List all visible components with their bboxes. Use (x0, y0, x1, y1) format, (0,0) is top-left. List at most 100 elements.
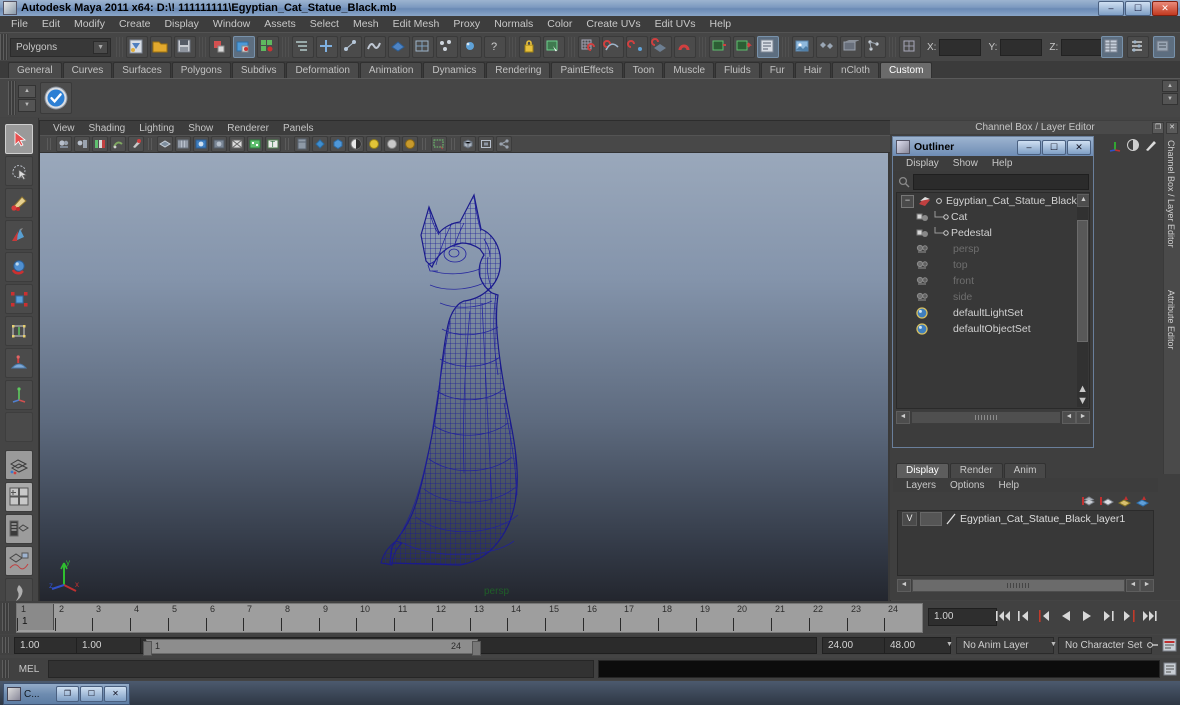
layer-hscroll-left-icon[interactable]: ◄ (897, 578, 911, 592)
menu-mesh[interactable]: Mesh (346, 17, 386, 31)
four-view-layout[interactable] (5, 482, 33, 512)
outliner-item-cat[interactable]: Cat (897, 209, 1089, 225)
outliner-minimize-button[interactable]: – (1017, 140, 1041, 155)
anim-layer-dropdown[interactable]: No Anim Layer (956, 637, 1054, 654)
shelf-tab-rendering[interactable]: Rendering (486, 62, 551, 78)
xray-mode-icon[interactable] (294, 136, 310, 152)
layer-tab-anim[interactable]: Anim (1003, 463, 1047, 478)
command-line-input[interactable] (48, 660, 594, 678)
taskbar-restore-button[interactable]: ❐ (56, 686, 79, 702)
check-mark-shelf-button[interactable] (40, 82, 72, 114)
camera-attributes-icon[interactable] (74, 136, 90, 152)
two-d-pan-zoom-icon[interactable] (110, 136, 126, 152)
shelf-right-up-icon[interactable]: ▲ (1162, 80, 1178, 92)
go-to-start-button[interactable] (995, 606, 1011, 626)
viewport-menu-show[interactable]: Show (181, 123, 220, 134)
step-forward-frame-button[interactable] (1100, 606, 1116, 626)
minimize-button[interactable]: – (1098, 1, 1124, 16)
shelf-tab-fur[interactable]: Fur (760, 62, 794, 78)
layer-horizontal-scrollbar[interactable]: ◄ ◄ ► (897, 578, 1154, 592)
menu-modify[interactable]: Modify (67, 17, 112, 31)
outliner-menu-show[interactable]: Show (946, 158, 985, 169)
new-layer-from-selected-icon[interactable] (1099, 494, 1114, 508)
taskbar-close-button[interactable]: ✕ (104, 686, 127, 702)
new-layer-icon[interactable] (1081, 494, 1096, 508)
layer-menu-help[interactable]: Help (991, 480, 1026, 491)
anim-start-time-field[interactable]: 1.00 (14, 637, 81, 654)
layer-color-swatch-icon[interactable] (945, 513, 957, 525)
lasso-select-tool[interactable] (5, 156, 33, 186)
select-object-mask-button[interactable] (316, 36, 338, 58)
highlight-selection-button[interactable] (543, 36, 565, 58)
outliner-scroll-up-small-icon[interactable]: ▲ (1077, 383, 1088, 395)
play-backwards-button[interactable] (1058, 606, 1074, 626)
channel-box-undock-button[interactable]: ❐ (1152, 122, 1164, 134)
shelf-tab-fluids[interactable]: Fluids (715, 62, 760, 78)
shelf-scroll-up-icon[interactable]: ▲ (18, 84, 36, 98)
channel-box-close-button[interactable]: ✕ (1166, 122, 1178, 134)
menu-edit[interactable]: Edit (35, 17, 67, 31)
menu-color[interactable]: Color (540, 17, 579, 31)
layer-menu-layers[interactable]: Layers (899, 480, 943, 491)
viewport-menu-panels[interactable]: Panels (276, 123, 321, 134)
outliner-horizontal-scrollbar[interactable]: ◄ ◄ ► (896, 410, 1090, 424)
layer-menu-options[interactable]: Options (943, 480, 991, 491)
range-bar[interactable]: 1 24 (140, 637, 817, 656)
menu-normals[interactable]: Normals (487, 17, 540, 31)
shelf-grip[interactable] (8, 81, 16, 115)
snap-to-grid-button[interactable] (578, 36, 600, 58)
select-poly-mask-button[interactable] (388, 36, 410, 58)
select-misc-mask-button[interactable]: ? (484, 36, 506, 58)
character-set-dropdown[interactable]: No Character Set (1058, 637, 1152, 654)
expand-collapse-icon[interactable]: − (901, 194, 914, 208)
hardware-lighting-icon[interactable]: T (265, 136, 281, 152)
outliner-persp-layout[interactable] (5, 514, 33, 544)
outliner-hscroll-track[interactable] (911, 410, 1061, 424)
range-right-handle[interactable] (472, 641, 481, 656)
image-plane-icon[interactable] (92, 136, 108, 152)
go-to-end-button[interactable] (1142, 606, 1158, 626)
wireframe-shading-icon[interactable] (157, 136, 173, 152)
range-left-handle[interactable] (143, 641, 152, 656)
sidebar-toggle-button[interactable] (899, 36, 921, 58)
shade-options-icon[interactable] (211, 136, 227, 152)
menu-help[interactable]: Help (703, 17, 739, 31)
step-back-keyframe-button[interactable] (1016, 606, 1032, 626)
layer-visibility-toggle[interactable]: V (902, 512, 917, 526)
layer-hscroll-track[interactable] (912, 578, 1125, 592)
coord-z-field[interactable] (1061, 38, 1104, 56)
layer-type-toggle[interactable] (920, 512, 942, 526)
coord-y-field[interactable] (1000, 38, 1043, 56)
select-surface-mask-button[interactable] (364, 36, 386, 58)
range-slider-grip[interactable] (2, 637, 10, 653)
window-titlebar[interactable]: Autodesk Maya 2011 x64: D:\! 111111111\E… (0, 0, 1180, 16)
lock-selection-button[interactable] (519, 36, 541, 58)
outliner-maximize-button[interactable]: ☐ (1042, 140, 1066, 155)
shelf-tab-curves[interactable]: Curves (62, 62, 113, 78)
soft-modification-tool[interactable] (5, 348, 33, 378)
outliner-close-button[interactable]: ✕ (1067, 140, 1091, 155)
snap-to-live-button[interactable] (674, 36, 696, 58)
outliner-item-defaultlightset[interactable]: defaultLightSet (897, 305, 1089, 321)
snap-to-view-plane-button[interactable] (650, 36, 672, 58)
taskbar-maximize-button[interactable]: ☐ (80, 686, 103, 702)
show-tool-settings-button[interactable] (1153, 36, 1175, 58)
statusline-grip[interactable] (0, 34, 8, 60)
viewport-menu-view[interactable]: View (46, 123, 82, 134)
tab-attribute-editor[interactable]: Attribute Editor (1164, 284, 1178, 356)
half-circle-icon[interactable] (1126, 138, 1140, 152)
outliner-menu-help[interactable]: Help (985, 158, 1020, 169)
outliner-item-side[interactable]: side (897, 289, 1089, 305)
open-render-view-button[interactable] (792, 36, 814, 58)
layer-row[interactable]: V Egyptian_Cat_Statue_Black_layer1 (898, 511, 1153, 527)
outliner-menu-display[interactable]: Display (899, 158, 946, 169)
layer-hscroll-right-icon[interactable]: ► (1140, 578, 1154, 592)
render-settings-button[interactable] (757, 36, 779, 58)
animation-preferences-icon[interactable] (1162, 638, 1177, 652)
time-slider-track[interactable]: 1 1 2 3 4 5 6 7 8 9 10 11 12 13 14 15 16 17 18 19 20 21 22 23 2… (16, 603, 923, 633)
menu-window[interactable]: Window (206, 17, 257, 31)
render-layers-button[interactable] (864, 36, 886, 58)
command-line-grip[interactable] (2, 660, 10, 678)
hypershade-button[interactable] (816, 36, 838, 58)
shelf-tab-dynamics[interactable]: Dynamics (423, 62, 486, 78)
